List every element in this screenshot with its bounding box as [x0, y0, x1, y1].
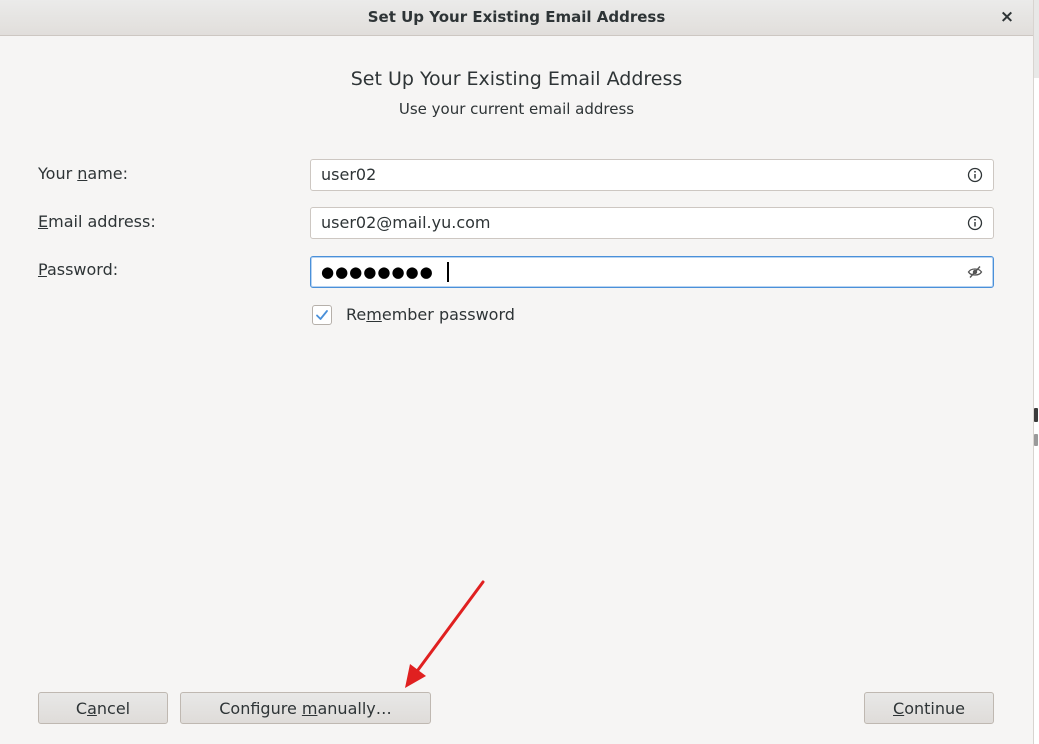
page-title: Set Up Your Existing Email Address [350, 68, 683, 90]
configure-manually-button[interactable]: Configure manually… [180, 692, 431, 724]
name-field-value: user02 [321, 165, 377, 184]
background-text-fragment [1034, 408, 1038, 422]
background-window-toolbar [1034, 0, 1039, 78]
password-field-value: ●●●●●●●● [321, 263, 434, 281]
password-field[interactable]: ●●●●●●●● [310, 256, 994, 288]
text-caret [447, 262, 449, 282]
page-subtitle: Use your current email address [398, 100, 635, 118]
close-icon[interactable]: × [995, 0, 1019, 35]
info-icon[interactable] [967, 167, 983, 183]
email-label: Email address: [38, 212, 156, 231]
password-label: Password: [38, 260, 119, 279]
eye-slash-icon[interactable] [967, 264, 983, 280]
annotation-arrow-icon [405, 580, 485, 688]
background-window-edge [1033, 0, 1039, 744]
dialog-titlebar: Set Up Your Existing Email Address × [0, 0, 1033, 36]
continue-button[interactable]: Continue [864, 692, 994, 724]
email-field-value: user02@mail.yu.com [321, 213, 491, 232]
email-setup-dialog: Set Up Your Existing Email Address × Set… [0, 0, 1033, 744]
name-field[interactable]: user02 [310, 159, 994, 191]
cancel-button[interactable]: Cancel [38, 692, 168, 724]
dialog-title: Set Up Your Existing Email Address [367, 8, 666, 26]
remember-password-label: Remember password [346, 305, 515, 324]
background-text-fragment [1034, 434, 1038, 446]
email-field[interactable]: user02@mail.yu.com [310, 207, 994, 239]
checkmark-icon [316, 310, 328, 320]
info-icon[interactable] [967, 215, 983, 231]
remember-password-checkbox[interactable] [312, 305, 332, 325]
name-label: Your name: [38, 164, 129, 183]
